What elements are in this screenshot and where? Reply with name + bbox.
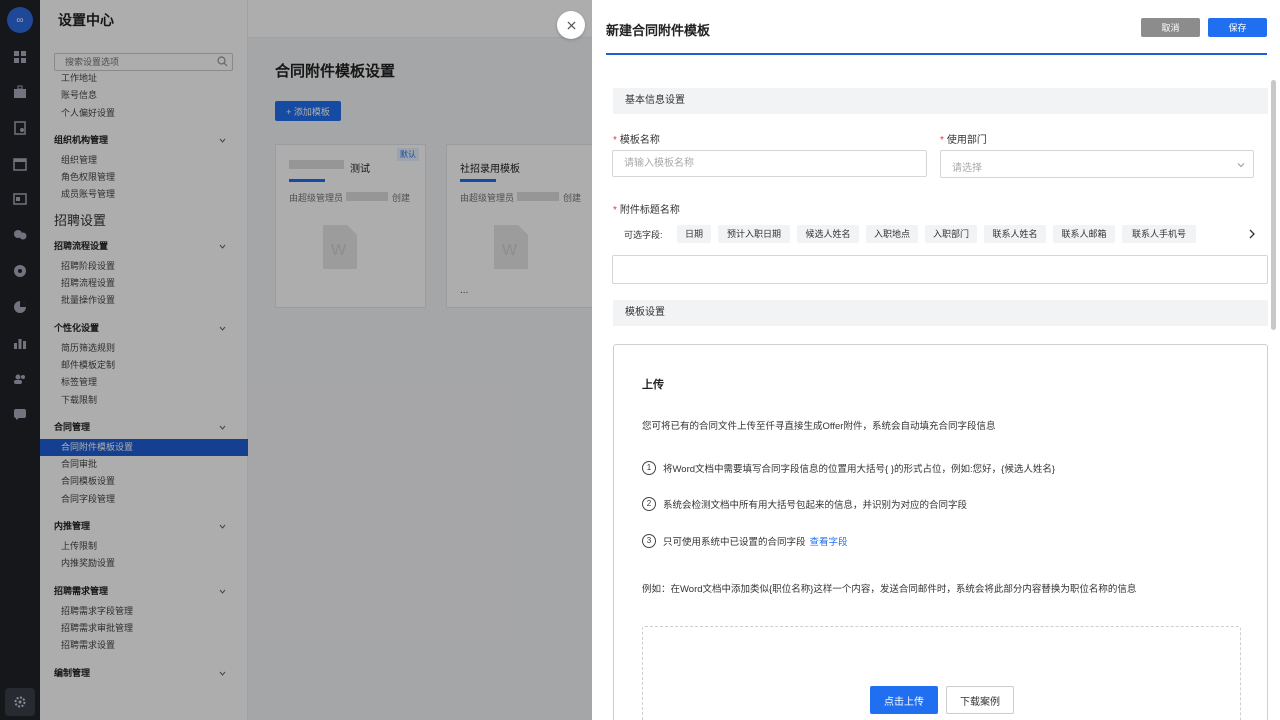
upload-title: 上传: [642, 379, 664, 391]
step-text: 将Word文档中需要填写合同字段信息的位置用大括号{ }的形式占位，例如:您好，…: [663, 464, 1055, 475]
required-mark: *: [613, 205, 617, 216]
upload-button[interactable]: 点击上传: [870, 686, 938, 714]
field-chip[interactable]: 候选人姓名: [797, 225, 859, 243]
optional-fields-label: 可选字段:: [624, 230, 663, 240]
save-button[interactable]: 保存: [1208, 18, 1267, 37]
field-chip[interactable]: 入职地点: [866, 225, 918, 243]
download-example-button[interactable]: 下载案例: [946, 686, 1014, 714]
step-number: 2: [642, 497, 656, 511]
step-number: 3: [642, 534, 656, 548]
department-select-placeholder: 请选择: [952, 163, 982, 174]
chevron-down-icon: [1237, 163, 1245, 168]
upload-description: 您可将已有的合同文件上传至仟寻直接生成Offer附件，系统会自动填充合同字段信息: [642, 421, 996, 432]
field-chip[interactable]: 日期: [677, 225, 711, 243]
field-chip[interactable]: 联系人姓名: [984, 225, 1046, 243]
label-text: 附件标题名称: [619, 205, 680, 216]
department-select[interactable]: 请选择: [940, 150, 1254, 178]
field-chip[interactable]: 入职部门: [925, 225, 977, 243]
upload-step-1: 1 将Word文档中需要填写合同字段信息的位置用大括号{ }的形式占位，例如:您好…: [642, 461, 1055, 477]
field-chip[interactable]: 联系人手机号: [1122, 225, 1196, 243]
label-text: 模板名称: [619, 135, 660, 146]
optional-fields-row: 可选字段: 日期 预计入职日期 候选人姓名 入职地点 入职部门 联系人姓名 联系…: [624, 225, 1260, 243]
close-drawer-button[interactable]: [557, 11, 585, 39]
view-fields-link[interactable]: 查看字段: [810, 537, 848, 548]
attachment-title-input[interactable]: [612, 255, 1268, 284]
required-mark: *: [613, 135, 617, 146]
step-text: 只可使用系统中已设置的合同字段: [663, 537, 806, 548]
modal-overlay[interactable]: [0, 0, 592, 720]
drawer-title: 新建合同附件模板: [606, 23, 711, 38]
field-chip[interactable]: 预计入职日期: [718, 225, 790, 243]
template-name-label: * 模板名称: [613, 131, 660, 146]
upload-panel: 上传 您可将已有的合同文件上传至仟寻直接生成Offer附件，系统会自动填充合同字…: [613, 344, 1268, 720]
drawer-scrollbar[interactable]: [1271, 80, 1276, 330]
new-template-drawer: 新建合同附件模板 取消 保存 基本信息设置 *模板名称 *使用部门 请选择 *附…: [592, 0, 1280, 720]
upload-dropzone[interactable]: 点击上传 下载案例: [642, 626, 1241, 720]
upload-example: 例如：在Word文档中添加类似{职位名称}这样一个内容，发送合同邮件时，系统会将…: [642, 584, 1137, 595]
required-mark: *: [940, 135, 944, 146]
section-basic-info: 基本信息设置: [613, 88, 1268, 114]
label-text: 使用部门: [946, 135, 987, 146]
close-icon: [566, 20, 576, 30]
section-template-settings: 模板设置: [613, 300, 1268, 326]
field-chip[interactable]: 联系人邮箱: [1053, 225, 1115, 243]
cancel-button[interactable]: 取消: [1141, 18, 1200, 37]
step-number: 1: [642, 461, 656, 475]
template-name-input[interactable]: [612, 150, 927, 177]
step-text: 系统会检测文档中所有用大括号包起来的信息，并识别为对应的合同字段: [663, 500, 968, 511]
upload-step-3: 3 只可使用系统中已设置的合同字段 查看字段: [642, 534, 848, 550]
chevron-right-icon[interactable]: [1246, 227, 1258, 241]
upload-step-2: 2 系统会检测文档中所有用大括号包起来的信息，并识别为对应的合同字段: [642, 497, 967, 513]
title-divider: [606, 53, 1267, 55]
attachment-title-label: * 附件标题名称: [613, 201, 680, 216]
department-label: * 使用部门: [940, 131, 987, 146]
